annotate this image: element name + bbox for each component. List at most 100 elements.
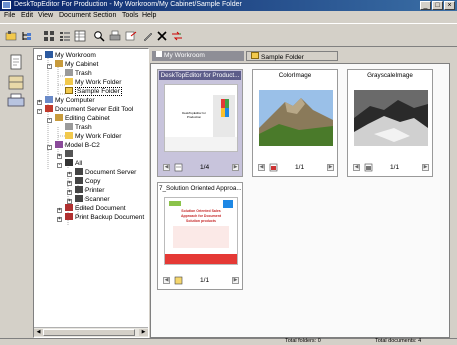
menu-file[interactable]: File <box>4 12 15 19</box>
document-card[interactable]: DeskTopEditor for Product... DeskTopEdit… <box>157 69 243 177</box>
tree-expand-toggle[interactable]: + <box>67 181 72 186</box>
close-button[interactable]: × <box>444 1 455 10</box>
cabinet-icon[interactable] <box>6 74 26 92</box>
tree-item-scanner[interactable]: Scanner <box>75 195 110 204</box>
document-thumbnail[interactable] <box>354 84 428 152</box>
card-footer: ◀ 1/4 ▶ <box>158 163 242 173</box>
card-footer: ◀ 1/1 ▶ <box>158 276 242 286</box>
print-icon[interactable] <box>108 29 122 43</box>
right-edge-strip <box>452 48 457 338</box>
tree-expand-toggle[interactable]: + <box>37 100 42 105</box>
tree-item-group[interactable] <box>65 150 75 159</box>
group-icon <box>65 150 73 157</box>
tree-collapse-toggle[interactable]: - <box>47 118 52 123</box>
search-icon[interactable] <box>92 29 106 43</box>
tree-item-all[interactable]: All <box>65 159 82 168</box>
tree-item-my-cabinet[interactable]: My Cabinet <box>55 60 98 69</box>
next-page-button[interactable]: ▶ <box>422 164 429 171</box>
tree-item-my-work-folder[interactable]: My Work Folder <box>65 78 121 87</box>
tree-item-document-server[interactable]: Document Server <box>75 168 136 177</box>
tree-collapse-toggle[interactable]: - <box>47 64 52 69</box>
workroom-icon <box>156 51 162 57</box>
tree-item-editing-cabinet[interactable]: Editing Cabinet <box>55 114 110 123</box>
next-page-button[interactable]: ▶ <box>232 277 239 284</box>
document-thumbnail[interactable]: Solution Oriented Sales Approach for Doc… <box>164 197 238 265</box>
minimize-button[interactable]: _ <box>420 1 431 10</box>
tree-item-printer[interactable]: Printer <box>75 186 104 195</box>
document-title: GrayscaleImage <box>367 72 413 79</box>
tree-item-edited-document[interactable]: Edited Document <box>65 204 126 213</box>
status-total-documents: Total documents: 4 <box>375 338 422 344</box>
title-bar: DeskTopEditor For Production - My Workro… <box>0 0 457 11</box>
menu-tools[interactable]: Tools <box>122 12 138 19</box>
menu-edit[interactable]: Edit <box>21 12 33 19</box>
tree-item-document-server-edit-tool[interactable]: Document Server Edit Tool <box>45 105 133 114</box>
document-type-icon <box>174 276 183 285</box>
scrollbar-thumb[interactable] <box>43 329 135 336</box>
grayscale-photo-thumbnail <box>354 90 428 146</box>
document-title: ColorImage <box>278 72 312 79</box>
tree-item-copy[interactable]: Copy <box>75 177 100 186</box>
send-icon[interactable] <box>124 29 138 43</box>
document-type-icon <box>364 163 373 172</box>
new-document-icon[interactable] <box>6 54 26 72</box>
backup-doc-icon <box>65 213 73 220</box>
tree-view-icon[interactable] <box>20 29 34 43</box>
tree-expand-toggle[interactable]: + <box>57 217 62 222</box>
tree-expand-toggle[interactable]: + <box>57 208 62 213</box>
prev-page-button[interactable]: ◀ <box>353 164 360 171</box>
document-type-icon <box>174 163 183 172</box>
pen-icon[interactable] <box>141 29 155 43</box>
tree-collapse-toggle[interactable]: - <box>57 163 62 168</box>
document-grid: DeskTopEditor for Product... DeskTopEdit… <box>150 63 450 338</box>
tree-item-my-work-folder[interactable]: My Work Folder <box>65 132 121 141</box>
list-view-icon[interactable] <box>58 29 72 43</box>
tree-item-trash[interactable]: Trash <box>65 69 92 78</box>
document-thumbnail[interactable]: DeskTopEditor for Production <box>164 84 238 152</box>
open-folder-icon[interactable] <box>4 29 18 43</box>
tree-expand-toggle[interactable]: + <box>57 154 62 159</box>
document-title: 7_Solution Oriented Approa... <box>159 185 241 192</box>
server-icon[interactable] <box>6 92 26 110</box>
tree-expand-toggle[interactable]: + <box>67 190 72 195</box>
tree-item-trash[interactable]: Trash <box>65 123 92 132</box>
tree-horizontal-scrollbar[interactable]: ◀ ▶ <box>34 327 148 337</box>
server-icon <box>45 105 53 112</box>
menu-document[interactable]: Document <box>59 12 91 19</box>
tree-expand-toggle[interactable]: + <box>67 172 72 177</box>
status-total-folders: Total folders: 0 <box>285 338 321 344</box>
tree-item-my-computer[interactable]: My Computer <box>45 96 95 105</box>
document-card[interactable]: 7_Solution Oriented Approa... Solution O… <box>157 182 243 290</box>
scroll-right-arrow-icon[interactable]: ▶ <box>139 329 148 336</box>
card-footer: ◀ 1/1 ▶ <box>348 163 432 173</box>
document-thumbnail[interactable] <box>259 84 333 152</box>
page-indicator: 1/1 <box>200 277 210 284</box>
tree-collapse-toggle[interactable]: - <box>47 145 52 150</box>
prev-page-button[interactable]: ◀ <box>163 277 170 284</box>
tree-item-print-backup-document[interactable]: Print Backup Document <box>65 213 144 222</box>
prev-page-button[interactable]: ◀ <box>258 164 265 171</box>
tree-item-model-b-c2[interactable]: Model B-C2 <box>55 141 100 150</box>
scroll-left-arrow-icon[interactable]: ◀ <box>34 329 43 336</box>
details-view-icon[interactable] <box>73 29 87 43</box>
menu-section[interactable]: Section <box>93 12 116 19</box>
prev-page-button[interactable]: ◀ <box>163 164 170 171</box>
tab-sample-folder[interactable]: Sample Folder <box>246 51 338 61</box>
next-page-button[interactable]: ▶ <box>232 164 239 171</box>
delete-icon[interactable] <box>155 29 169 43</box>
document-title: DeskTopEditor for Product... <box>159 71 241 80</box>
large-icons-icon[interactable] <box>42 29 56 43</box>
document-card[interactable]: GrayscaleImage ◀ 1/1 ▶ <box>347 69 433 177</box>
move-icon[interactable] <box>170 29 184 43</box>
tree-item-my-workroom[interactable]: My Workroom <box>45 51 96 60</box>
document-card[interactable]: ColorImage ◀ 1/1 ▶ <box>252 69 338 177</box>
tree-item-sample-folder[interactable]: Sample Folder <box>65 87 122 96</box>
workroom-icon <box>45 51 53 58</box>
tree-collapse-toggle[interactable]: - <box>37 109 42 114</box>
maximize-button[interactable]: □ <box>432 1 443 10</box>
next-page-button[interactable]: ▶ <box>327 164 334 171</box>
tree-collapse-toggle[interactable]: - <box>37 55 42 60</box>
menu-view[interactable]: View <box>38 12 53 19</box>
tab-my-workroom[interactable]: My Workroom <box>152 51 244 61</box>
menu-help[interactable]: Help <box>142 12 156 19</box>
